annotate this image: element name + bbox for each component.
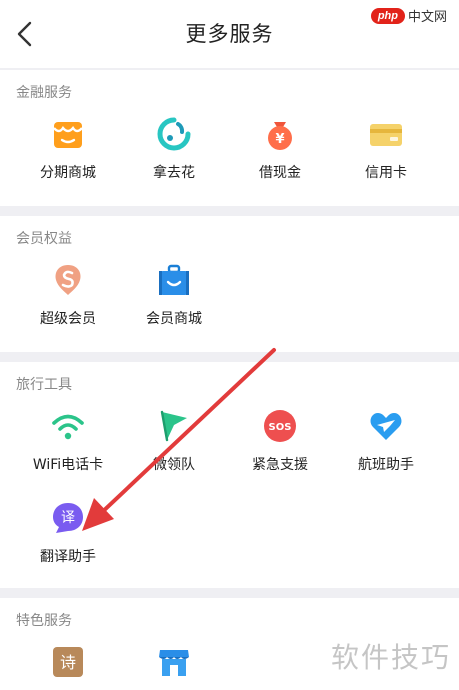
item-label: 航班助手 <box>358 457 414 473</box>
plane-heart-icon <box>370 413 402 440</box>
php-badge: php <box>370 7 405 24</box>
poem-icon: 诗 <box>53 647 83 677</box>
divider <box>0 206 459 216</box>
translate-icon: 译 <box>53 503 83 533</box>
swirl-icon <box>157 117 191 151</box>
balloon-icon <box>55 265 81 295</box>
item-naquhua[interactable]: 拿去花 <box>118 116 230 182</box>
section-title: 会员权益 <box>16 231 72 247</box>
section-title: 金融服务 <box>16 85 72 101</box>
item-label: 借现金 <box>259 165 301 181</box>
svg-text:¥: ¥ <box>275 132 284 147</box>
item-label: 分期商城 <box>40 165 96 181</box>
store-icon <box>159 650 189 676</box>
divider <box>0 352 459 362</box>
item-poem[interactable]: 诗 <box>12 644 124 690</box>
sos-icon: SOS <box>264 410 296 442</box>
item-label: 拿去花 <box>153 165 195 181</box>
item-credit-card[interactable]: 信用卡 <box>330 116 442 182</box>
site-logo: php 中文网 <box>370 6 447 25</box>
watermark-text: 软件技巧 <box>330 641 451 674</box>
item-label: 会员商城 <box>146 311 202 327</box>
item-translation-assistant[interactable]: 译 翻译助手 <box>12 500 124 566</box>
item-super-member[interactable]: 超级会员 <box>12 262 124 328</box>
item-store[interactable] <box>118 644 230 690</box>
item-label: 超级会员 <box>40 311 96 327</box>
item-wifi-phone-card[interactable]: WiFi电话卡 <box>12 408 124 474</box>
header: 更多服务 php 中文网 <box>0 0 459 68</box>
item-flight-assistant[interactable]: 航班助手 <box>330 408 442 474</box>
section-title: 特色服务 <box>16 613 72 629</box>
item-label: 翻译助手 <box>40 549 96 565</box>
bag-icon <box>159 264 189 295</box>
item-emergency-support[interactable]: SOS 紧急支援 <box>224 408 336 474</box>
poem-glyph: 诗 <box>60 653 76 672</box>
item-installment-mall[interactable]: 分期商城 <box>12 116 124 182</box>
section-title: 旅行工具 <box>16 377 72 393</box>
item-member-mall[interactable]: 会员商城 <box>118 262 230 328</box>
money-bag-icon: ¥ <box>268 122 292 150</box>
item-label: 微领队 <box>153 457 195 473</box>
section-membership: 会员权益 超级会员 会员商城 <box>0 216 459 352</box>
credit-card-icon <box>370 124 402 146</box>
item-micro-tour-leader[interactable]: 微领队 <box>118 408 230 474</box>
wifi-icon <box>52 414 84 440</box>
shop-icon <box>53 122 83 148</box>
sos-text: SOS <box>269 422 292 433</box>
brand-text: 中文网 <box>407 10 447 25</box>
item-label: 紧急支援 <box>252 457 308 473</box>
translate-glyph: 译 <box>61 510 75 526</box>
divider <box>0 588 459 598</box>
section-travel-tools: 旅行工具 WiFi电话卡 微领队 SOS 紧急支援 航班助手 译 翻译助手 <box>0 362 459 588</box>
item-label: 信用卡 <box>365 165 407 181</box>
section-finance: 金融服务 分期商城 拿去花 ¥ 借现金 信用卡 <box>0 70 459 206</box>
item-borrow-cash[interactable]: ¥ 借现金 <box>224 116 336 182</box>
flag-icon <box>160 410 187 442</box>
item-label: WiFi电话卡 <box>32 457 104 473</box>
